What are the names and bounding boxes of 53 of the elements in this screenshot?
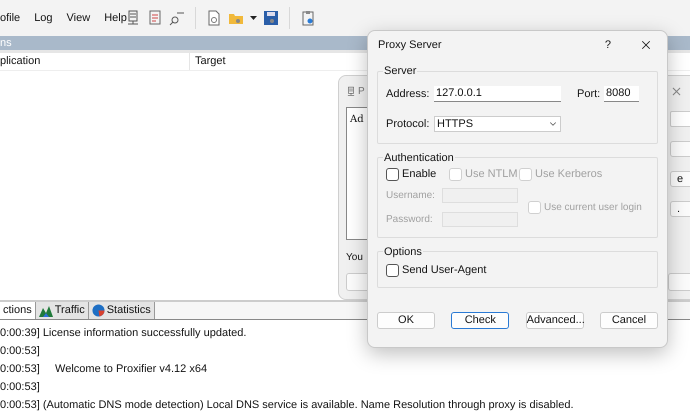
checkbox-label: Use current user login — [544, 200, 642, 214]
checkbox-label: Enable — [402, 167, 436, 182]
group-title: Options — [383, 244, 423, 260]
menu-item[interactable]: ofile — [0, 10, 20, 26]
mountain-chart-icon — [38, 304, 53, 316]
log-line: 0:00:39] License information successfully updated. — [0, 326, 248, 341]
clipboard-icon[interactable] — [300, 10, 316, 26]
log-line: 0:00:53] (Automatic DNS mode detection) Local DNS service is available. Name Resolution through proxy is disabled. — [0, 398, 575, 413]
server-icon — [346, 85, 356, 98]
address-field[interactable]: 127.0.0.1 — [434, 86, 561, 102]
menu-item[interactable]: View — [66, 10, 90, 26]
new-document-icon[interactable] — [206, 10, 222, 26]
dns-search-icon[interactable] — [169, 10, 185, 26]
list-item[interactable]: Ad — [350, 114, 364, 126]
caret-icon[interactable] — [250, 16, 257, 20]
field-label: Password: — [386, 212, 434, 226]
tab[interactable]: Traffic — [36, 302, 89, 319]
log-line: 0:00:53] — [0, 344, 41, 359]
checkbox-label: Use NTLM — [465, 167, 518, 182]
checkbox-label: Use Kerberos — [535, 167, 602, 182]
dialog-title: Proxy Server — [378, 38, 442, 53]
tab[interactable]: Statistics — [88, 302, 155, 319]
checkbox[interactable] — [386, 168, 399, 181]
pie-chart-icon — [92, 304, 105, 317]
close-icon[interactable] — [639, 38, 653, 52]
server-icon[interactable] — [125, 10, 141, 26]
field-label: Protocol: — [386, 117, 430, 132]
field-label: Username: — [386, 188, 436, 202]
document-list-icon[interactable] — [147, 10, 163, 26]
field-label: Address: — [386, 86, 430, 102]
log-line: 0:00:53] — [0, 380, 41, 395]
log-line: 0:00:53] Welcome to Proxifier v4.12 x64 — [0, 362, 208, 377]
column-header[interactable]: Target — [190, 53, 226, 70]
dialog-button[interactable]: OK — [377, 312, 435, 328]
side-button[interactable]: . — [670, 201, 690, 218]
field-label: Port: — [577, 86, 602, 102]
port-field[interactable]: 8080 — [604, 86, 639, 102]
dialog-text: You — [346, 251, 363, 265]
side-button[interactable]: e — [670, 171, 690, 188]
menu-item[interactable]: Log — [34, 10, 53, 26]
checkbox-label: Send User-Agent — [402, 263, 486, 278]
save-icon[interactable] — [263, 10, 279, 26]
column-header[interactable]: plication — [0, 53, 190, 70]
menu-item[interactable]: Help — [104, 10, 127, 26]
group-title: Authentication — [383, 150, 455, 166]
dialog-button[interactable]: Check — [451, 312, 510, 328]
checkbox[interactable] — [386, 264, 399, 277]
tab[interactable]: ctions — [0, 302, 36, 319]
dialog-button[interactable]: Advanced... — [526, 312, 584, 328]
dialog-title: P — [358, 85, 365, 100]
protocol-dropdown[interactable]: HTTPS — [434, 116, 561, 132]
dialog-button[interactable]: Cancel — [600, 312, 658, 328]
group-title: Server — [383, 64, 418, 79]
